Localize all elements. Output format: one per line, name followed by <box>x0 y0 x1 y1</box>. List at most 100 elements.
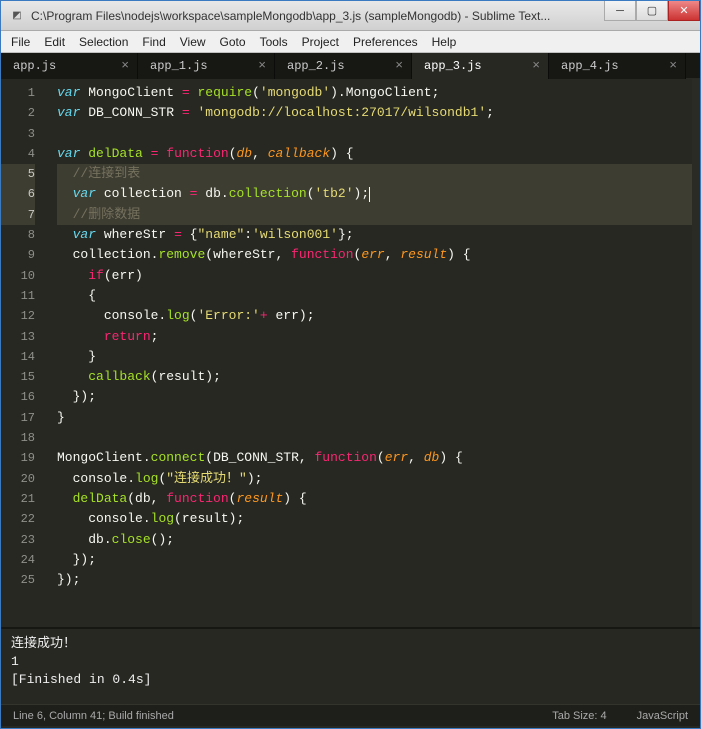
token-punc <box>57 247 73 262</box>
menu-selection[interactable]: Selection <box>79 35 128 49</box>
code-line[interactable]: collection.remove(whereStr, function(err… <box>57 245 692 265</box>
tab-close-icon[interactable]: × <box>395 58 403 73</box>
token-name: err <box>112 268 135 283</box>
token-str: 'mongodb://localhost:27017/wilsondb1' <box>197 105 486 120</box>
code-line[interactable]: console.log('Error:'+ err); <box>57 306 692 326</box>
line-number: 8 <box>1 225 35 245</box>
tab-app_3-js[interactable]: app_3.js× <box>412 53 549 79</box>
line-number: 7 <box>1 205 35 225</box>
code-line[interactable] <box>57 428 692 448</box>
token-fn: close <box>112 532 151 547</box>
token-name: result <box>158 369 205 384</box>
token-punc: . <box>221 186 229 201</box>
menu-goto[interactable]: Goto <box>220 35 246 49</box>
token-decl: var <box>57 146 80 161</box>
menu-tools[interactable]: Tools <box>260 35 288 49</box>
token-punc <box>166 227 174 242</box>
token-op: = <box>182 85 190 100</box>
menu-find[interactable]: Find <box>142 35 165 49</box>
token-param: err <box>361 247 384 262</box>
line-number: 22 <box>1 509 35 529</box>
line-number: 19 <box>1 448 35 468</box>
token-str: 'mongodb' <box>260 85 330 100</box>
token-punc: ( <box>174 511 182 526</box>
code-line[interactable]: console.log(result); <box>57 509 692 529</box>
token-name: DB_CONN_STR <box>213 450 299 465</box>
menu-help[interactable]: Help <box>432 35 457 49</box>
code-line[interactable]: }); <box>57 550 692 570</box>
token-punc: ); <box>229 511 245 526</box>
line-number: 20 <box>1 469 35 489</box>
token-punc: } <box>57 410 65 425</box>
line-number: 5 <box>1 164 35 184</box>
token-punc: , <box>299 450 315 465</box>
line-number: 4 <box>1 144 35 164</box>
token-op: = <box>174 227 182 242</box>
token-punc: ) { <box>283 491 306 506</box>
line-number: 23 <box>1 530 35 550</box>
code-line[interactable]: callback(result); <box>57 367 692 387</box>
token-punc <box>174 105 182 120</box>
tab-app-js[interactable]: app.js× <box>1 53 138 79</box>
code-area[interactable]: var MongoClient = require('mongodb').Mon… <box>45 79 692 627</box>
tab-close-icon[interactable]: × <box>669 58 677 73</box>
menu-preferences[interactable]: Preferences <box>353 35 418 49</box>
maximize-button[interactable]: ▢ <box>636 1 668 21</box>
code-line[interactable]: } <box>57 347 692 367</box>
code-line[interactable]: var DB_CONN_STR = 'mongodb://localhost:2… <box>57 103 692 123</box>
code-line[interactable]: MongoClient.connect(DB_CONN_STR, functio… <box>57 448 692 468</box>
token-fn: log <box>135 471 158 486</box>
menu-file[interactable]: File <box>11 35 30 49</box>
close-button[interactable]: ✕ <box>668 1 700 21</box>
minimap[interactable] <box>692 79 700 627</box>
menu-view[interactable]: View <box>180 35 206 49</box>
statusbar: Line 6, Column 41; Build finished Tab Si… <box>1 704 700 726</box>
menu-edit[interactable]: Edit <box>44 35 65 49</box>
token-punc <box>57 471 73 486</box>
code-line[interactable]: return; <box>57 327 692 347</box>
token-punc: , <box>385 247 401 262</box>
token-punc: }); <box>57 572 80 587</box>
tab-app_4-js[interactable]: app_4.js× <box>549 53 686 79</box>
code-line[interactable]: } <box>57 408 692 428</box>
code-line[interactable]: }); <box>57 387 692 407</box>
code-line[interactable]: var collection = db.collection('tb2'); <box>57 184 692 204</box>
code-line[interactable]: //删除数据 <box>57 205 692 225</box>
token-decl: var <box>73 227 96 242</box>
token-str: 'wilson001' <box>252 227 338 242</box>
menu-project[interactable]: Project <box>302 35 339 49</box>
token-punc: }); <box>57 389 96 404</box>
editor[interactable]: 1234567891011121314151617181920212223242… <box>1 79 700 627</box>
code-line[interactable]: delData(db, function(result) { <box>57 489 692 509</box>
tab-close-icon[interactable]: × <box>121 58 129 73</box>
tab-close-icon[interactable]: × <box>532 58 540 73</box>
tab-app_2-js[interactable]: app_2.js× <box>275 53 412 79</box>
status-tab-size[interactable]: Tab Size: 4 <box>552 710 606 722</box>
tab-app_1-js[interactable]: app_1.js× <box>138 53 275 79</box>
status-cursor-position: Line 6, Column 41; Build finished <box>13 710 174 722</box>
code-line[interactable]: if(err) <box>57 266 692 286</box>
code-line[interactable]: }); <box>57 570 692 590</box>
token-punc: , <box>151 491 167 506</box>
minimize-button[interactable]: ─ <box>604 1 636 21</box>
token-str: "name" <box>197 227 244 242</box>
token-name: console <box>104 308 159 323</box>
code-line[interactable]: console.log("连接成功！"); <box>57 469 692 489</box>
console-line: 连接成功！ <box>11 635 690 653</box>
status-syntax[interactable]: JavaScript <box>637 710 688 722</box>
token-punc <box>57 207 73 222</box>
token-fn: connect <box>151 450 206 465</box>
token-punc: ; <box>486 105 494 120</box>
code-line[interactable]: var MongoClient = require('mongodb').Mon… <box>57 83 692 103</box>
token-stor: return <box>104 329 151 344</box>
code-line[interactable]: var whereStr = {"name":'wilson001'}; <box>57 225 692 245</box>
code-line[interactable] <box>57 124 692 144</box>
token-punc <box>57 491 73 506</box>
code-line[interactable]: db.close(); <box>57 530 692 550</box>
menubar: File Edit Selection Find View Goto Tools Projec… <box>1 31 700 53</box>
code-line[interactable]: { <box>57 286 692 306</box>
code-line[interactable]: //连接到表 <box>57 164 692 184</box>
tab-close-icon[interactable]: × <box>258 58 266 73</box>
token-name: console <box>73 471 128 486</box>
code-line[interactable]: var delData = function(db, callback) { <box>57 144 692 164</box>
